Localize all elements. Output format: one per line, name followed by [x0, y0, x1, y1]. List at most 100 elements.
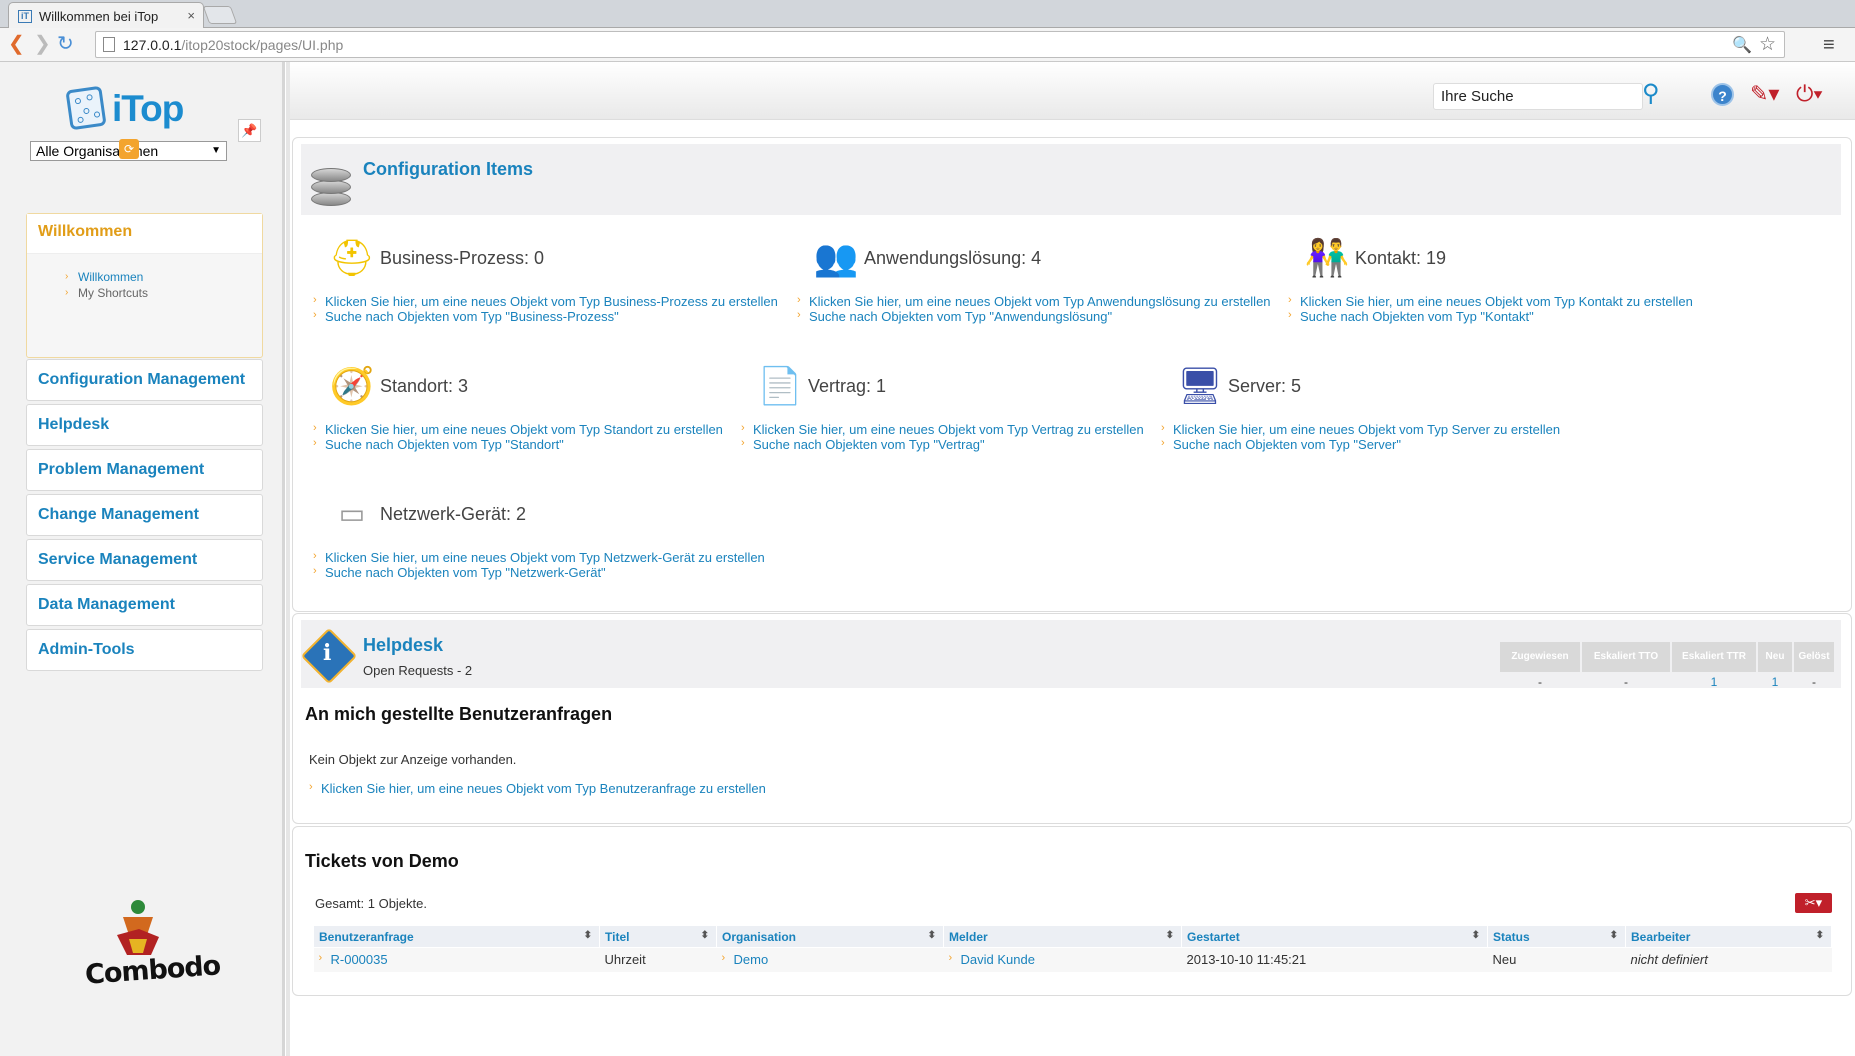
empty-list-text: Kein Objekt zur Anzeige vorhanden. [309, 752, 517, 767]
browser-tab[interactable]: iT Willkommen bei iTop × [8, 2, 204, 29]
create-link[interactable]: Klicken Sie hier, um eine neues Objekt v… [797, 294, 1271, 309]
table-tools-button[interactable]: ✂▾ [1795, 893, 1832, 913]
menu-group-admin-tools[interactable]: Admin-Tools [26, 629, 263, 671]
submenu-item-shortcuts[interactable]: My Shortcuts [65, 285, 262, 301]
search-link[interactable]: Suche nach Objekten vom Typ "Standort" [313, 437, 564, 452]
search-link[interactable]: Suche nach Objekten vom Typ "Server" [1161, 437, 1401, 452]
menu-group-willkommen[interactable]: Willkommen Willkommen My Shortcuts [26, 213, 263, 358]
browser-tab-bar: iT Willkommen bei iTop × [0, 0, 1855, 29]
ticket-link[interactable]: R-000035 [319, 952, 388, 967]
cell-ref: R-000035 [313, 947, 600, 972]
search-link[interactable]: Suche nach Objekten vom Typ "Business-Pr… [313, 309, 619, 324]
create-request-link[interactable]: Klicken Sie hier, um eine neues Objekt v… [309, 781, 766, 796]
organization-link[interactable]: Demo [722, 952, 769, 967]
menu-group-data-management[interactable]: Data Management [26, 584, 263, 626]
refresh-icon[interactable]: ⟳ [119, 139, 139, 159]
willkommen-submenu: Willkommen My Shortcuts [65, 269, 262, 301]
column-header[interactable]: Benutzeranfrage ⬍ [313, 925, 600, 948]
menu-group-label[interactable]: Willkommen [27, 214, 262, 254]
back-arrow-icon[interactable]: ❮ [8, 34, 25, 54]
cell-org: Demo [716, 947, 944, 972]
global-search-input[interactable]: Ihre Suche [1433, 83, 1643, 110]
column-header[interactable]: Melder ⬍ [943, 925, 1182, 948]
search-link[interactable]: Suche nach Objekten vom Typ "Netzwerk-Ge… [313, 565, 606, 580]
combodo-figure-icon [117, 900, 159, 955]
menu-group-problem-management[interactable]: Problem Management [26, 449, 263, 491]
menu-group-change-management[interactable]: Change Management [26, 494, 263, 536]
dashlet-header: Configuration Items [301, 144, 1841, 215]
column-header[interactable]: Organisation ⬍ [716, 925, 944, 948]
sort-icon: ⬍ [1471, 930, 1480, 941]
column-header[interactable]: Bearbeiter ⬍ [1625, 925, 1832, 948]
organization-select-value: Alle Organisationen [36, 143, 159, 159]
ci-count-label: Kontakt: 19 [1355, 248, 1447, 268]
menu-group-service-management[interactable]: Service Management [26, 539, 263, 581]
power-logoff-icon[interactable]: ⏻▾ [1796, 81, 1823, 107]
itop-logo[interactable]: iTop [65, 85, 198, 133]
contact-icon: 👫 [1304, 237, 1350, 278]
configuration-items-dashlet: Configuration Items ⛑ Business-Prozess: … [292, 137, 1852, 612]
sort-icon: ⬍ [700, 930, 709, 941]
create-link[interactable]: Klicken Sie hier, um eine neues Objekt v… [1161, 422, 1560, 437]
info-letter: i [323, 640, 332, 666]
menu-group-helpdesk[interactable]: Helpdesk [26, 404, 263, 446]
object-count: Gesamt: 1 Objekte. [315, 896, 427, 911]
ci-count-label: Business-Prozess: 0 [380, 248, 545, 268]
browser-menu-icon[interactable]: ≡ [1823, 34, 1835, 57]
search-icon[interactable]: ⚲ [1642, 79, 1660, 108]
forward-arrow-icon[interactable]: ❯ [34, 34, 51, 54]
column-header[interactable]: Titel ⬍ [599, 925, 717, 948]
location-icon: 🧭 [329, 365, 375, 406]
ci-count-label: Server: 5 [1228, 376, 1302, 396]
submenu-item-willkommen[interactable]: Willkommen [65, 269, 262, 285]
itop-favicon-icon: iT [18, 10, 32, 23]
helpdesk-dashlet: i Helpdesk Open Requests - 2 Zugewiesen … [292, 613, 1852, 824]
state-value: - [1624, 675, 1628, 689]
dashlet-subtitle: Open Requests - 2 [363, 663, 473, 678]
column-header[interactable]: Status ⬍ [1487, 925, 1626, 948]
create-link[interactable]: Klicken Sie hier, um eine neues Objekt v… [313, 422, 723, 437]
state-value: - [1538, 675, 1542, 689]
cell-caller: David Kunde [943, 947, 1182, 972]
cell-status: Neu [1487, 947, 1626, 972]
database-icon [311, 162, 351, 212]
create-link[interactable]: Klicken Sie hier, um eine neues Objekt v… [313, 550, 765, 565]
address-bar[interactable]: 127.0.0.1/itop20stock/pages/UI.php 🔍 ☆ [95, 31, 1785, 58]
column-header[interactable]: Gestartet ⬍ [1181, 925, 1488, 948]
create-link[interactable]: Klicken Sie hier, um eine neues Objekt v… [1288, 294, 1693, 309]
close-tab-icon[interactable]: × [187, 8, 195, 23]
bookmark-star-icon[interactable]: ☆ [1759, 33, 1776, 56]
new-tab-button[interactable] [202, 6, 238, 24]
state-value-link[interactable]: 1 [1672, 675, 1756, 689]
sort-icon: ⬍ [927, 930, 936, 941]
helmet-icon: ⛑ [329, 237, 375, 278]
dashlet-title: Helpdesk [363, 635, 444, 655]
section-title: Tickets von Demo [305, 851, 459, 871]
sort-icon: ⬍ [1165, 930, 1174, 941]
table-row: R-000035 Uhrzeit Demo David Kunde 2013-1… [313, 947, 1832, 972]
application-icon: 👥 [813, 237, 859, 278]
zoom-icon[interactable]: 🔍 [1732, 35, 1752, 55]
create-link[interactable]: Klicken Sie hier, um eine neues Objekt v… [313, 294, 778, 309]
url-text: 127.0.0.1/itop20stock/pages/UI.php [123, 37, 344, 53]
ci-count-label: Standort: 3 [380, 376, 469, 396]
combodo-logo[interactable]: Combodo [84, 895, 221, 995]
pin-menu-icon[interactable]: 📌 [238, 119, 261, 142]
reload-icon[interactable]: ↻ [57, 34, 74, 54]
left-sidebar: iTop Alle Organisationen ▼ 📌 ⟳ Willkomme… [0, 62, 290, 1056]
caller-link[interactable]: David Kunde [949, 952, 1035, 967]
state-value-link[interactable]: 1 [1758, 675, 1792, 689]
search-link[interactable]: Suche nach Objekten vom Typ "Vertrag" [741, 437, 985, 452]
menu-group-configuration-management[interactable]: Configuration Management [26, 359, 263, 401]
create-link[interactable]: Klicken Sie hier, um eine neues Objekt v… [741, 422, 1144, 437]
search-link[interactable]: Suche nach Objekten vom Typ "Anwendungsl… [797, 309, 1112, 324]
edit-pen-icon[interactable]: ✎▾ [1750, 81, 1779, 107]
section-title: An mich gestellte Benutzeranfragen [305, 704, 613, 724]
logo-text: iTop [112, 88, 184, 129]
sort-icon: ⬍ [583, 930, 592, 941]
state-header: Eskaliert TTR [1672, 642, 1756, 672]
help-icon[interactable]: ? [1711, 83, 1734, 106]
dashlet-title: Configuration Items [363, 159, 533, 179]
search-link[interactable]: Suche nach Objekten vom Typ "Kontakt" [1288, 309, 1534, 324]
state-header: Zugewiesen [1500, 642, 1580, 672]
